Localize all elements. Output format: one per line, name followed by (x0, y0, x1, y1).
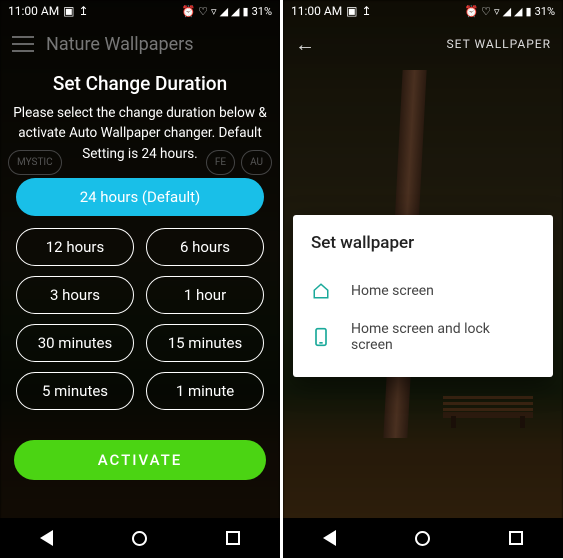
nav-back-icon[interactable] (40, 530, 53, 546)
upload-icon: ↥ (79, 4, 89, 18)
status-bar: 11:00 AM ▣ ↥ ⏰ ♡ ▿ ◢ ◢ ▮ 31% (0, 0, 280, 22)
option-15-minutes[interactable]: 15 minutes (146, 324, 264, 362)
image-icon: ▣ (346, 4, 357, 18)
nav-back-icon[interactable] (323, 530, 336, 546)
option-3-hours[interactable]: 3 hours (16, 276, 134, 314)
phone-left: 11:00 AM ▣ ↥ ⏰ ♡ ▿ ◢ ◢ ▮ 31% Nature Wall… (0, 0, 280, 558)
android-nav-bar (283, 518, 563, 558)
phone-right: 11:00 AM ▣ ↥ ⏰ ♡ ▿ ◢ ◢ ▮ 31% ← SET WALLP… (283, 0, 563, 558)
option-1-hour[interactable]: 1 hour (146, 276, 264, 314)
menu-icon[interactable] (12, 36, 34, 52)
option-home-screen[interactable]: Home screen (311, 271, 535, 311)
status-time: 11:00 AM (291, 4, 342, 18)
set-wallpaper-action[interactable]: SET WALLPAPER (447, 37, 552, 51)
upload-icon: ↥ (362, 4, 372, 18)
nav-home-icon[interactable] (415, 531, 430, 546)
status-time: 11:00 AM (8, 4, 59, 18)
image-icon: ▣ (63, 4, 74, 18)
option-6-hours[interactable]: 6 hours (146, 228, 264, 266)
wifi-icon: ▿ (494, 5, 500, 18)
option-label: Home screen and lock screen (351, 321, 535, 353)
signal-icon: ◢ (503, 5, 511, 18)
option-home-and-lock[interactable]: Home screen and lock screen (311, 311, 535, 363)
battery-icon: ▮ (243, 5, 249, 18)
option-1-minute[interactable]: 1 minute (146, 372, 264, 410)
alarm-icon: ⏰ (181, 5, 195, 18)
android-nav-bar (0, 518, 280, 558)
phone-icon (311, 327, 331, 347)
wallpaper-header: ← SET WALLPAPER (283, 22, 563, 66)
modal-title: Set Change Duration (10, 72, 270, 95)
nav-home-icon[interactable] (132, 531, 147, 546)
signal-icon: ◢ (220, 5, 228, 18)
option-30-minutes[interactable]: 30 minutes (16, 324, 134, 362)
battery-icon: ▮ (526, 5, 532, 18)
park-bench (443, 388, 533, 428)
app-title: Nature Wallpapers (46, 34, 194, 55)
battery-percent: 31% (535, 5, 555, 18)
modal-description: Please select the change duration below … (10, 103, 270, 164)
nav-recent-icon[interactable] (226, 531, 240, 545)
option-default[interactable]: 24 hours (Default) (16, 178, 264, 216)
alarm-icon: ⏰ (464, 5, 478, 18)
home-icon (311, 281, 331, 301)
activate-button[interactable]: ACTIVATE (14, 440, 266, 480)
heart-icon: ♡ (198, 5, 208, 18)
wifi-icon: ▿ (211, 5, 217, 18)
heart-icon: ♡ (481, 5, 491, 18)
app-header: Nature Wallpapers (0, 22, 280, 66)
option-grid: 12 hours 6 hours 3 hours 1 hour 30 minut… (10, 228, 270, 410)
nav-recent-icon[interactable] (509, 531, 523, 545)
option-5-minutes[interactable]: 5 minutes (16, 372, 134, 410)
battery-percent: 31% (252, 5, 272, 18)
status-bar: 11:00 AM ▣ ↥ ⏰ ♡ ▿ ◢ ◢ ▮ 31% (283, 0, 563, 22)
dialog-title: Set wallpaper (311, 233, 535, 253)
set-wallpaper-dialog: Set wallpaper Home screen Home screen an… (293, 215, 553, 377)
option-12-hours[interactable]: 12 hours (16, 228, 134, 266)
duration-modal: Set Change Duration Please select the ch… (0, 72, 280, 410)
signal-icon: ◢ (514, 5, 522, 18)
signal-icon: ◢ (231, 5, 239, 18)
option-label: Home screen (351, 283, 434, 299)
back-arrow-icon[interactable]: ← (295, 32, 315, 57)
